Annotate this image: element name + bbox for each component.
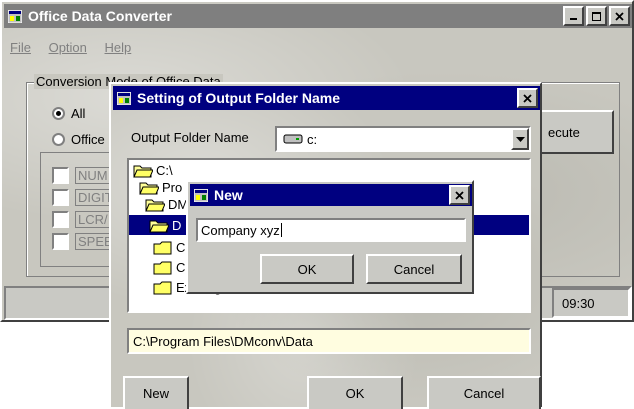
path-field: C:\Program Files\DMconv\Data xyxy=(127,328,531,354)
folder-icon xyxy=(139,182,159,195)
radio-office-row[interactable]: Office xyxy=(52,132,105,147)
menu-help[interactable]: Help xyxy=(105,40,132,55)
status-time: 09:30 xyxy=(562,295,595,311)
main-window-title: Office Data Converter xyxy=(28,8,172,24)
maximize-icon xyxy=(592,11,601,21)
text-cursor xyxy=(280,223,282,237)
output-folder-label: Output Folder Name xyxy=(131,130,249,145)
radio-office[interactable] xyxy=(52,133,65,146)
folder-icon xyxy=(153,241,172,255)
checkbox-speed[interactable] xyxy=(52,233,69,250)
new-cancel-label: Cancel xyxy=(393,261,435,277)
folder-icon xyxy=(149,220,169,232)
minimize-icon xyxy=(569,18,577,20)
tree-item[interactable]: C:\ xyxy=(133,162,173,179)
folder-icon xyxy=(153,261,172,275)
checkbox-row-2[interactable]: LCR/ xyxy=(52,211,111,228)
drive-dropdown-button[interactable] xyxy=(511,128,529,150)
new-cancel-button[interactable]: Cancel xyxy=(366,254,462,284)
tree-item[interactable]: Pro xyxy=(139,179,182,196)
folder-cancel-label: Cancel xyxy=(463,386,505,401)
checkbox-label: NUM xyxy=(75,167,111,184)
close-icon xyxy=(523,93,532,103)
app-window-icon xyxy=(8,9,22,23)
checkbox-row-3[interactable]: SPEE xyxy=(52,233,116,250)
drive-select[interactable]: c: xyxy=(275,126,531,152)
folder-ok-label: OK xyxy=(345,386,365,401)
radio-all-row[interactable]: All xyxy=(52,106,85,121)
main-title-bar[interactable]: Office Data Converter xyxy=(4,4,632,28)
chevron-down-icon xyxy=(515,136,525,142)
new-ok-button[interactable]: OK xyxy=(260,254,354,284)
folder-dialog-title: Setting of Output Folder Name xyxy=(137,90,340,106)
app-window-icon xyxy=(194,188,208,202)
close-icon xyxy=(615,11,624,21)
tree-item[interactable]: C xyxy=(153,239,185,256)
checkbox-row-1[interactable]: DIGIT xyxy=(52,189,116,206)
radio-all[interactable] xyxy=(52,107,65,120)
checkbox-lcr[interactable] xyxy=(52,211,69,228)
execute-label: ecute xyxy=(548,124,580,140)
folder-dialog-close-button[interactable] xyxy=(517,88,538,108)
checkbox-num[interactable] xyxy=(52,167,69,184)
drive-value: c: xyxy=(307,131,318,147)
new-folder-name-input[interactable]: Company xyz xyxy=(196,218,466,242)
new-folder-button[interactable]: New xyxy=(123,376,189,409)
checkbox-digit[interactable] xyxy=(52,189,69,206)
drive-icon xyxy=(283,134,303,144)
main-close-button[interactable] xyxy=(609,6,630,26)
new-folder-name-value: Company xyz xyxy=(201,222,280,238)
new-dialog-title-bar[interactable]: New xyxy=(190,184,472,206)
new-folder-label: New xyxy=(142,386,169,401)
folder-ok-button[interactable]: OK xyxy=(307,376,403,409)
maximize-button[interactable] xyxy=(586,6,607,26)
new-dialog-title: New xyxy=(214,187,243,203)
folder-cancel-button[interactable]: Cancel xyxy=(427,376,541,409)
tree-item[interactable]: DM xyxy=(145,196,188,213)
checkbox-row-0[interactable]: NUM xyxy=(52,167,111,191)
new-ok-label: OK xyxy=(297,261,317,277)
folder-icon xyxy=(145,199,165,212)
menu-bar: File Option Help xyxy=(10,40,145,58)
checkbox-label: LCR/ xyxy=(75,211,111,228)
tree-item[interactable]: C xyxy=(153,259,185,276)
menu-option[interactable]: Option xyxy=(49,40,87,55)
folder-dialog-title-bar[interactable]: Setting of Output Folder Name xyxy=(113,86,540,110)
status-time-panel: 09:30 xyxy=(552,288,630,318)
app-window-icon xyxy=(117,91,131,105)
close-icon xyxy=(455,190,464,200)
radio-office-label: Office xyxy=(71,132,105,147)
new-folder-dialog: New Company xyz OK Cancel xyxy=(186,180,474,294)
menu-file[interactable]: File xyxy=(10,40,31,55)
path-value: C:\Program Files\DMconv\Data xyxy=(133,333,313,349)
folder-icon xyxy=(153,281,172,295)
new-dialog-close-button[interactable] xyxy=(449,185,470,205)
minimize-button[interactable] xyxy=(563,6,584,26)
folder-icon xyxy=(133,165,153,178)
radio-all-label: All xyxy=(71,106,86,121)
